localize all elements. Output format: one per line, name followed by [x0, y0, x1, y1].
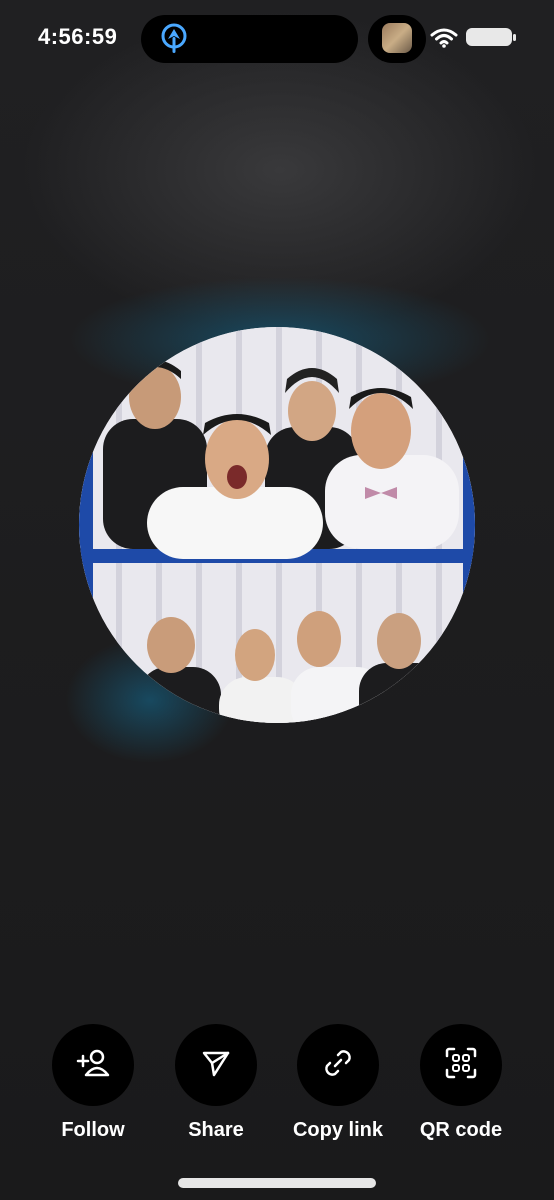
qr-code-label: QR code [419, 1119, 503, 1141]
share-label: Share [188, 1119, 244, 1141]
follow-button[interactable] [52, 1024, 134, 1106]
status-time: 4:56:59 [38, 24, 118, 49]
activity-thumbnail [382, 23, 412, 53]
send-paper-plane-icon [200, 1047, 232, 1084]
qr-code-icon [444, 1046, 478, 1085]
share-action[interactable]: Share [156, 1024, 276, 1142]
qr-code-button[interactable] [420, 1024, 502, 1106]
qr-code-action[interactable]: QR code [401, 1024, 521, 1142]
profile-actions: Follow Share Copy link QR code [0, 1024, 554, 1144]
link-icon [321, 1046, 355, 1085]
copy-link-label: Copy link [292, 1119, 383, 1141]
follow-person-plus-icon [76, 1048, 110, 1083]
live-activity-pill[interactable] [368, 15, 426, 63]
location-arrow-icon [159, 21, 189, 62]
wifi-icon [430, 28, 458, 53]
profile-avatar[interactable] [79, 327, 475, 723]
follow-label: Follow [61, 1119, 125, 1141]
home-indicator[interactable] [178, 1178, 376, 1188]
copy-link-action[interactable]: Copy link [278, 1024, 398, 1142]
follow-action[interactable]: Follow [33, 1024, 153, 1142]
dynamic-island[interactable] [141, 15, 358, 63]
battery-icon [466, 28, 516, 46]
share-button[interactable] [175, 1024, 257, 1106]
copy-link-button[interactable] [297, 1024, 379, 1106]
